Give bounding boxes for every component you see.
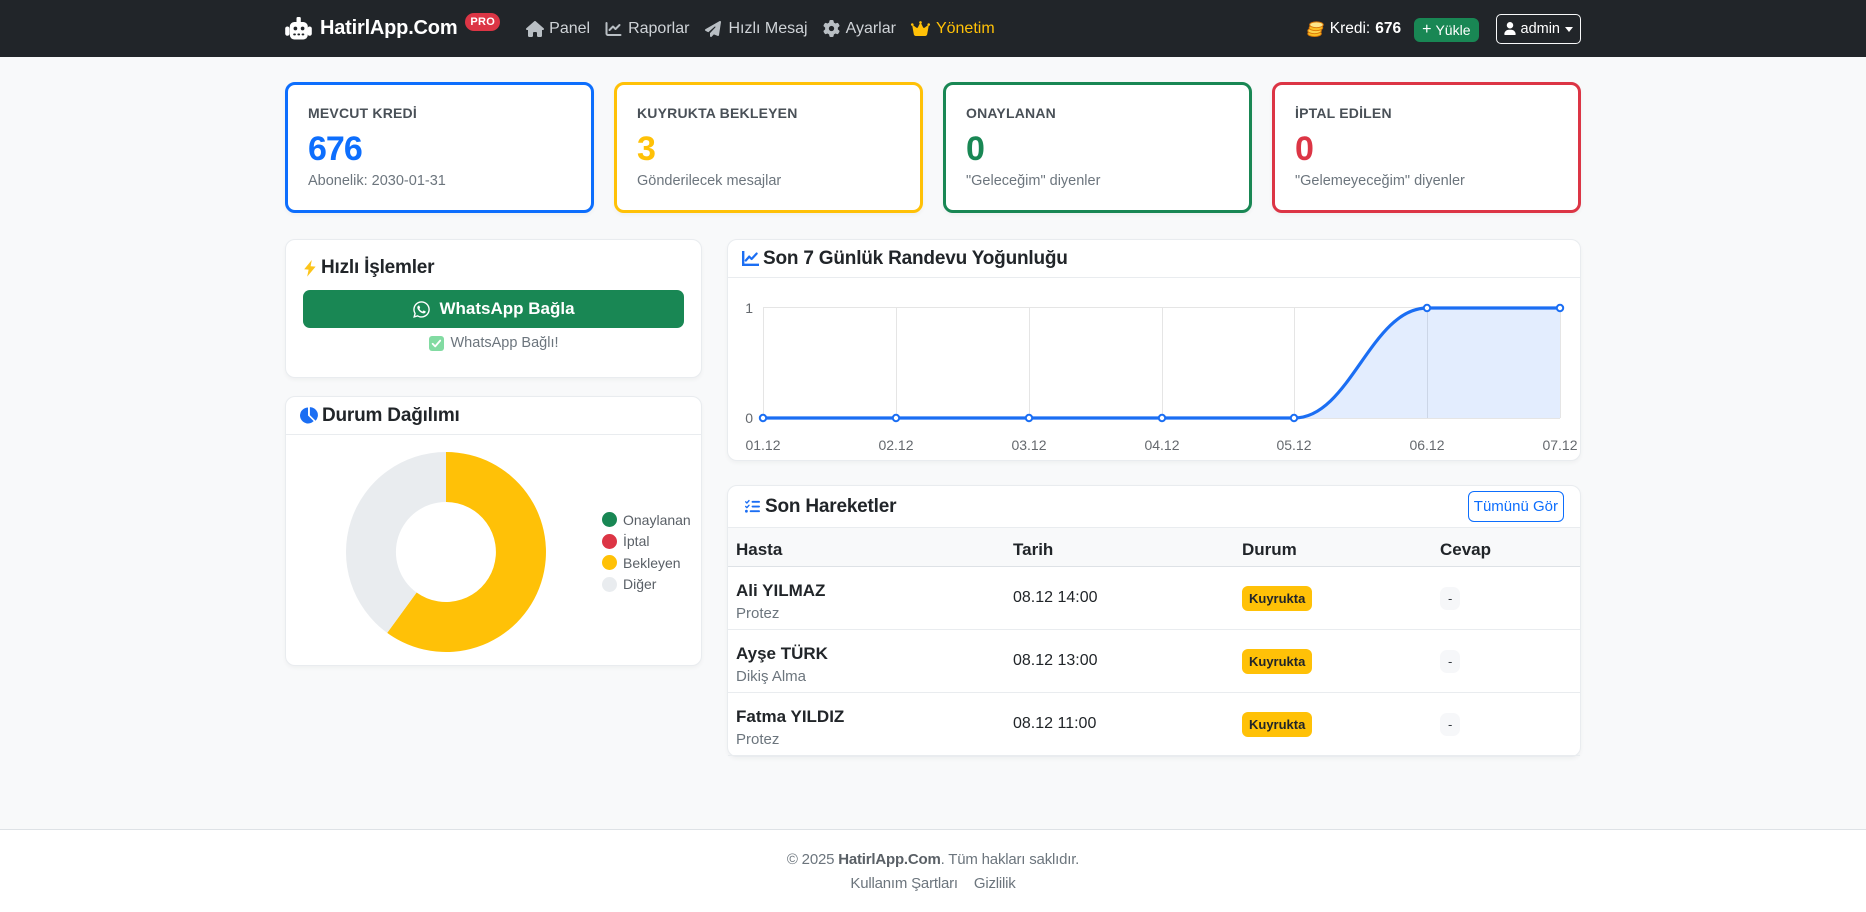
svg-text:02.12: 02.12 (878, 437, 913, 453)
svg-text:03.12: 03.12 (1011, 437, 1046, 453)
svg-text:04.12: 04.12 (1144, 437, 1179, 453)
svg-text:06.12: 06.12 (1409, 437, 1444, 453)
svg-text:07.12: 07.12 (1542, 437, 1577, 453)
svg-text:01.12: 01.12 (745, 437, 780, 453)
svg-text:05.12: 05.12 (1276, 437, 1311, 453)
svg-text:1: 1 (745, 300, 753, 316)
svg-text:0: 0 (745, 410, 753, 426)
